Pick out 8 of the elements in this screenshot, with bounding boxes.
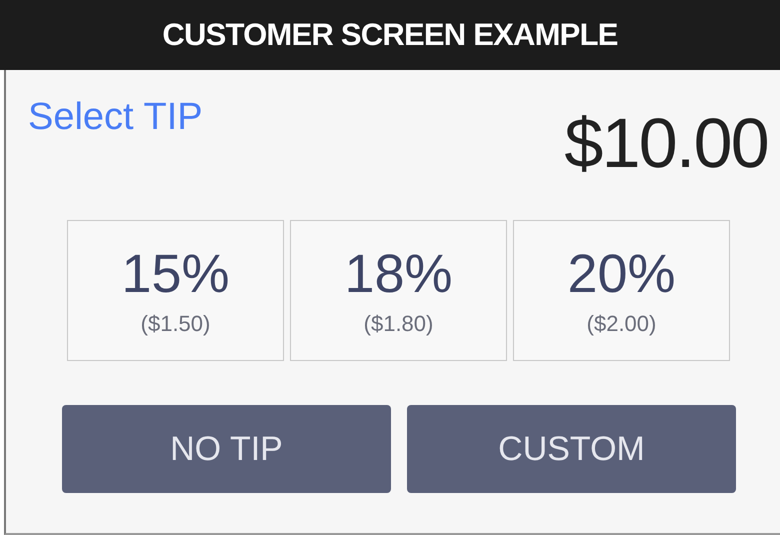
screen-title: CUSTOMER SCREEN EXAMPLE	[162, 16, 618, 54]
prompt-text: Select TIP	[28, 98, 203, 136]
tip-option-button[interactable]: 15% ($1.50)	[67, 220, 284, 361]
total-amount: $10.00	[564, 108, 768, 178]
tip-option-button[interactable]: 18% ($1.80)	[290, 220, 507, 361]
action-button[interactable]: NO TIP	[62, 405, 391, 493]
action-button[interactable]: CUSTOM	[407, 405, 736, 493]
tip-option-button[interactable]: 20% ($2.00)	[513, 220, 730, 361]
